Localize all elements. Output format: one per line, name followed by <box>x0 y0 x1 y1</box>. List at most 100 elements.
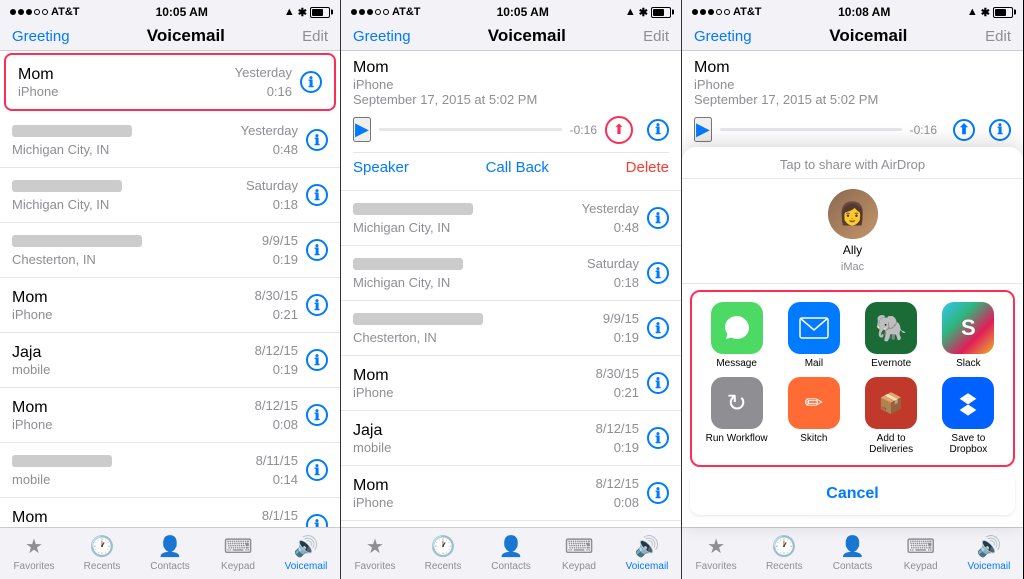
cancel-button[interactable]: Cancel <box>690 473 1015 515</box>
vm-info-button[interactable]: ℹ <box>306 514 328 527</box>
signal-dot <box>42 9 48 15</box>
vm-info-button[interactable]: ℹ <box>647 372 669 394</box>
voicemail-item[interactable]: Mom iPhone 8/12/15 0:08 ℹ <box>341 466 681 521</box>
keypad-icon: ⌨ <box>906 534 935 559</box>
callback-button[interactable]: Call Back <box>486 159 549 176</box>
blurred-name <box>12 455 112 467</box>
app-workflow[interactable]: ↻ Run Workflow <box>702 377 771 455</box>
voicemail-item[interactable]: mobile 8/11/15 0:14 ℹ <box>0 443 340 498</box>
app-message[interactable]: Message <box>702 302 771 369</box>
blurred-name <box>12 180 122 192</box>
time-remaining-3: -0:16 <box>910 123 937 137</box>
signal-dot <box>367 9 373 15</box>
vm-date: 8/12/15 <box>255 343 298 358</box>
tab-favorites[interactable]: ★ Favorites <box>341 534 409 575</box>
voicemail-item[interactable]: Michigan City, IN Yesterday 0:48 ℹ <box>341 191 681 246</box>
app-evernote[interactable]: 🐘 Evernote <box>857 302 926 369</box>
tab-contacts[interactable]: 👤 Contacts <box>818 534 886 575</box>
phone-2: AT&T 10:05 AM ▲ ✱ Greeting Voicemail Edi… <box>341 0 682 579</box>
voicemail-list-1: Mom iPhone Yesterday 0:16 ℹ Michigan Cit… <box>0 51 340 527</box>
app-deliveries[interactable]: 📦 Add to Deliveries <box>857 377 926 455</box>
contact-device: iMac <box>841 261 864 273</box>
airdrop-contacts: 👩 Ally iMac <box>682 179 1023 284</box>
voicemail-item[interactable]: Michigan City, IN Yesterday 0:48 ℹ <box>0 113 340 168</box>
tab-recents[interactable]: 🕐 Recents <box>409 534 477 575</box>
voicemail-item[interactable]: Michigan City, IN Saturday 0:18 ℹ <box>341 246 681 301</box>
edit-button-3[interactable]: Edit <box>985 28 1011 45</box>
vm-info-button[interactable]: ℹ <box>647 317 669 339</box>
tab-contacts[interactable]: 👤 Contacts <box>477 534 545 575</box>
tab-keypad[interactable]: ⌨ Keypad <box>545 534 613 575</box>
vm-info-button[interactable]: ℹ <box>306 404 328 426</box>
voicemail-item[interactable]: mobile 8/11/15 0:14 ℹ <box>341 521 681 527</box>
vm-info-button[interactable]: ℹ <box>647 207 669 229</box>
blurred-name <box>12 125 132 137</box>
tab-label: Voicemail <box>968 561 1011 572</box>
vm-info-button[interactable]: ℹ <box>300 71 322 93</box>
vm-name: Jaja <box>353 422 596 440</box>
app-label: Save to Dropbox <box>934 433 1003 455</box>
edit-button-2[interactable]: Edit <box>643 28 669 45</box>
app-skitch[interactable]: ✏ Skitch <box>779 377 848 455</box>
share-button[interactable]: ⬆ <box>605 116 633 144</box>
app-dropbox[interactable]: Save to Dropbox <box>934 377 1003 455</box>
edit-button-1[interactable]: Edit <box>302 28 328 45</box>
info-button-3[interactable]: ⬆ <box>953 119 975 141</box>
signal-dot <box>26 9 32 15</box>
nav-bar-1: Greeting Voicemail Edit <box>0 22 340 51</box>
voicemail-item[interactable]: Mom iPhone 8/30/15 0:21 ℹ <box>0 278 340 333</box>
player-bar: Mom iPhone September 17, 2015 at 5:02 PM… <box>341 51 681 191</box>
voicemail-item[interactable]: Jaja mobile 8/12/15 0:19 ℹ <box>341 411 681 466</box>
vm-source: iPhone <box>12 307 255 322</box>
progress-bar-3[interactable] <box>720 128 902 131</box>
speaker-button[interactable]: Speaker <box>353 159 409 176</box>
info-button-3b[interactable]: ℹ <box>989 119 1011 141</box>
tab-recents[interactable]: 🕐 Recents <box>750 534 818 575</box>
voicemail-icon: 🔊 <box>976 534 1001 559</box>
vm-info-button[interactable]: ℹ <box>647 427 669 449</box>
blurred-name <box>353 258 463 270</box>
signal-dot <box>351 9 357 15</box>
voicemail-item[interactable]: Chesterton, IN 9/9/15 0:19 ℹ <box>0 223 340 278</box>
play-button[interactable]: ▶ <box>353 117 371 142</box>
greeting-button[interactable]: Greeting <box>12 28 70 45</box>
tab-favorites[interactable]: ★ Favorites <box>0 534 68 575</box>
tab-favorites[interactable]: ★ Favorites <box>682 534 750 575</box>
greeting-button-2[interactable]: Greeting <box>353 28 411 45</box>
voicemail-item[interactable]: Mom iPhone 8/30/15 0:21 ℹ <box>341 356 681 411</box>
airdrop-contact-ally[interactable]: 👩 Ally iMac <box>828 189 878 273</box>
tab-voicemail[interactable]: 🔊 Voicemail <box>955 534 1023 575</box>
vm-info-button[interactable]: ℹ <box>306 184 328 206</box>
voicemail-item[interactable]: Mom iPhone 8/12/15 0:08 ℹ <box>0 388 340 443</box>
player-contact-name-3: Mom <box>694 59 1011 77</box>
voicemail-item[interactable]: Chesterton, IN 9/9/15 0:19 ℹ <box>341 301 681 356</box>
vm-duration: 0:48 <box>273 142 298 157</box>
app-slack[interactable]: S Slack <box>934 302 1003 369</box>
vm-info-button[interactable]: ℹ <box>306 294 328 316</box>
vm-info-button[interactable]: ℹ <box>306 459 328 481</box>
vm-info-button[interactable]: ℹ <box>647 262 669 284</box>
app-label: Skitch <box>800 433 827 444</box>
tab-voicemail[interactable]: 🔊 Voicemail <box>272 534 340 575</box>
greeting-button-3[interactable]: Greeting <box>694 28 752 45</box>
progress-bar[interactable] <box>379 128 562 131</box>
voicemail-item[interactable]: Mom iPhone 8/1/15 0:28 ℹ <box>0 498 340 527</box>
tab-voicemail[interactable]: 🔊 Voicemail <box>613 534 681 575</box>
play-button-3[interactable]: ▶ <box>694 117 712 142</box>
voicemail-item[interactable]: Michigan City, IN Saturday 0:18 ℹ <box>0 168 340 223</box>
delete-button[interactable]: Delete <box>626 159 669 176</box>
voicemail-item-selected[interactable]: Mom iPhone Yesterday 0:16 ℹ <box>4 53 336 111</box>
vm-info-button[interactable]: ℹ <box>306 129 328 151</box>
tab-keypad[interactable]: ⌨ Keypad <box>887 534 955 575</box>
skitch-icon: ✏ <box>788 377 840 429</box>
vm-info-button[interactable]: ℹ <box>647 482 669 504</box>
tab-keypad[interactable]: ⌨ Keypad <box>204 534 272 575</box>
app-mail[interactable]: Mail <box>779 302 848 369</box>
contact-name: Ally <box>843 243 862 257</box>
tab-contacts[interactable]: 👤 Contacts <box>136 534 204 575</box>
voicemail-item[interactable]: Jaja mobile 8/12/15 0:19 ℹ <box>0 333 340 388</box>
tab-recents[interactable]: 🕐 Recents <box>68 534 136 575</box>
vm-info-button[interactable]: ℹ <box>306 349 328 371</box>
info-button[interactable]: ℹ <box>647 119 669 141</box>
vm-info-button[interactable]: ℹ <box>306 239 328 261</box>
